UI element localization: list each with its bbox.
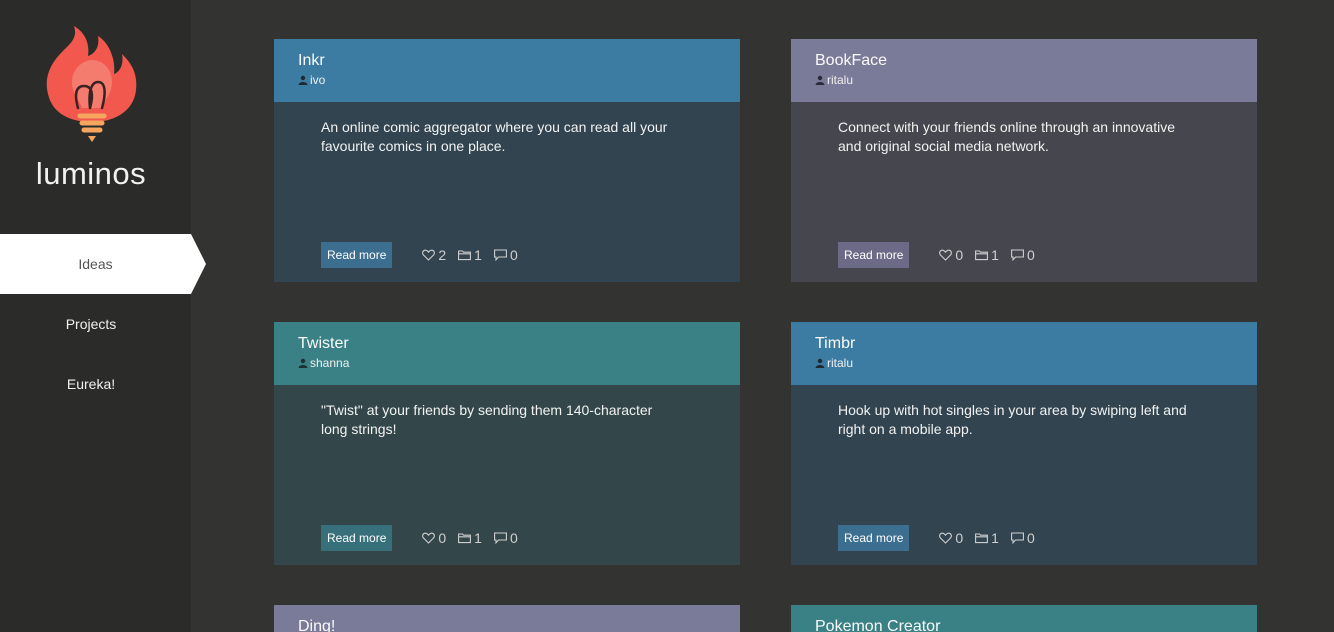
card-description: Hook up with hot singles in your area by…	[838, 402, 1187, 437]
idea-card: Timbr ritalu Hook up with hot singles in…	[791, 322, 1257, 565]
idea-card: Ding!	[274, 605, 740, 632]
likes-count: 0	[438, 530, 447, 546]
read-more-button[interactable]: Read more	[838, 242, 910, 268]
idea-card: Pokemon Creator	[791, 605, 1257, 632]
heart-icon	[422, 249, 436, 261]
folder-icon	[975, 533, 989, 544]
card-description: An online comic aggregator where you can…	[321, 119, 668, 154]
author-name: shanna	[310, 356, 350, 370]
likes-stat[interactable]: 0	[422, 530, 446, 546]
read-more-button[interactable]: Read more	[838, 525, 910, 551]
card-author[interactable]: ritalu	[815, 73, 1233, 87]
likes-stat[interactable]: 0	[939, 530, 963, 546]
nav-item-ideas[interactable]: Ideas	[0, 234, 206, 294]
nav-item-label: Ideas	[78, 256, 113, 272]
nav-item-label: Eureka!	[66, 376, 116, 392]
likes-count: 0	[955, 247, 964, 263]
idea-card: Twister shanna "Twist" at your friends b…	[274, 322, 740, 565]
comment-icon	[1011, 249, 1024, 261]
card-body: "Twist" at your friends by sending them …	[274, 385, 740, 565]
read-more-button[interactable]: Read more	[321, 525, 393, 551]
folder-icon	[975, 250, 989, 261]
comment-icon	[494, 249, 507, 261]
user-icon	[815, 358, 825, 368]
author-name: ritalu	[827, 356, 854, 370]
user-icon	[298, 358, 308, 368]
user-icon	[298, 75, 308, 85]
folders-count: 1	[474, 247, 482, 263]
card-description: Connect with your friends online through…	[838, 119, 1175, 154]
folders-stat[interactable]: 1	[458, 530, 482, 546]
comments-count: 0	[509, 530, 518, 546]
comments-stat[interactable]: 0	[494, 530, 518, 546]
likes-count: 0	[955, 530, 964, 546]
author-name: ivo	[310, 73, 326, 87]
likes-count: 2	[438, 247, 447, 263]
nav-item-projects[interactable]: Projects	[0, 294, 182, 354]
author-name: ritalu	[827, 73, 854, 87]
card-title[interactable]: Twister	[298, 334, 716, 353]
nav-item-eureka[interactable]: Eureka!	[0, 354, 182, 414]
sidebar: luminos Ideas Projects Eureka!	[0, 0, 206, 632]
folder-icon	[458, 250, 472, 261]
folders-count: 1	[474, 530, 482, 546]
card-body: An online comic aggregator where you can…	[274, 102, 740, 282]
card-description: "Twist" at your friends by sending them …	[321, 402, 653, 437]
read-more-button[interactable]: Read more	[321, 242, 393, 268]
card-header: BookFace ritalu	[791, 39, 1257, 102]
folders-count: 1	[991, 247, 999, 263]
likes-stat[interactable]: 0	[939, 247, 963, 263]
card-author[interactable]: ivo	[298, 73, 716, 87]
comments-count: 0	[1026, 247, 1035, 263]
card-header: Timbr ritalu	[791, 322, 1257, 385]
comment-icon	[494, 532, 507, 544]
card-title[interactable]: Pokemon Creator	[815, 617, 1233, 632]
comments-count: 0	[1026, 530, 1035, 546]
likes-stat[interactable]: 2	[422, 247, 446, 263]
brand-name: luminos	[35, 156, 147, 191]
card-header: Inkr ivo	[274, 39, 740, 102]
card-footer: Read more 2 1 0	[321, 242, 518, 268]
heart-icon	[939, 249, 953, 261]
heart-icon	[422, 532, 436, 544]
nav-item-label: Projects	[65, 316, 117, 332]
card-footer: Read more 0 1 0	[838, 242, 1035, 268]
comments-count: 0	[509, 247, 518, 263]
folders-stat[interactable]: 1	[458, 247, 482, 263]
heart-icon	[939, 532, 953, 544]
folders-stat[interactable]: 1	[975, 247, 999, 263]
comments-stat[interactable]: 0	[494, 247, 518, 263]
idea-card: BookFace ritalu Connect with your friend…	[791, 39, 1257, 282]
user-icon	[815, 75, 825, 85]
card-author[interactable]: ritalu	[815, 356, 1233, 370]
card-title[interactable]: BookFace	[815, 51, 1233, 70]
comment-icon	[1011, 532, 1024, 544]
card-body: Connect with your friends online through…	[791, 102, 1257, 282]
comments-stat[interactable]: 0	[1011, 247, 1035, 263]
folder-icon	[458, 533, 472, 544]
card-header: Twister shanna	[274, 322, 740, 385]
card-author[interactable]: shanna	[298, 356, 716, 370]
luminos-logo-icon	[46, 26, 137, 142]
card-footer: Read more 0 1 0	[838, 525, 1035, 551]
idea-card: Inkr ivo An online comic aggregator wher…	[274, 39, 740, 282]
card-header: Pokemon Creator	[791, 605, 1257, 632]
card-title[interactable]: Ding!	[298, 617, 716, 632]
folders-stat[interactable]: 1	[975, 530, 999, 546]
card-footer: Read more 0 1 0	[321, 525, 518, 551]
card-header: Ding!	[274, 605, 740, 632]
card-title[interactable]: Inkr	[298, 51, 716, 70]
card-body: Hook up with hot singles in your area by…	[791, 385, 1257, 565]
card-title[interactable]: Timbr	[815, 334, 1233, 353]
comments-stat[interactable]: 0	[1011, 530, 1035, 546]
folders-count: 1	[991, 530, 999, 546]
